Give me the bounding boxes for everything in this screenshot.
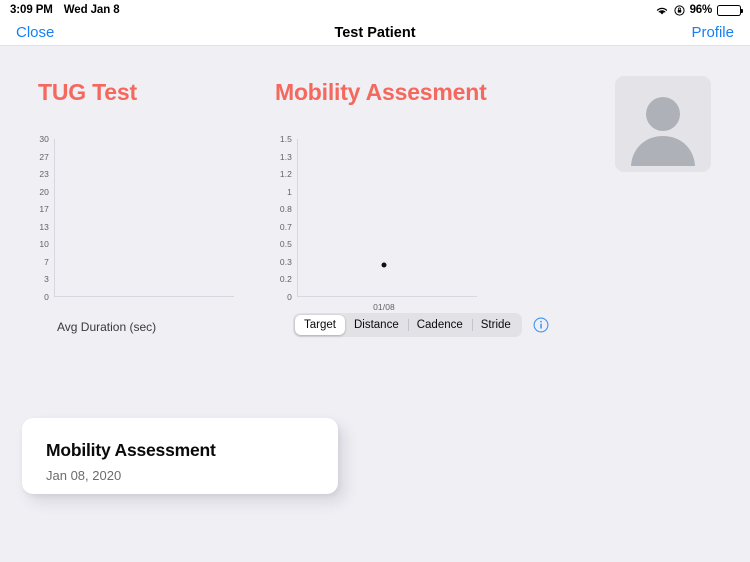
rotation-lock-icon (673, 4, 685, 16)
tug-test-chart: 30 27 23 20 17 13 10 7 3 0 (39, 134, 234, 302)
tug-axis-caption: Avg Duration (sec) (57, 320, 157, 334)
status-time: 3:09 PM (10, 4, 53, 16)
profile-button[interactable]: Profile (691, 24, 734, 41)
mobility-y-tick: 0.2 (279, 274, 292, 285)
navigation-bar: Close Test Patient Profile (0, 20, 750, 46)
status-bar-right: 96% (655, 4, 743, 16)
tug-y-tick: 17 (39, 204, 49, 215)
status-bar-left: 3:09 PM Wed Jan 8 (10, 4, 120, 16)
tug-y-tick: 13 (39, 221, 49, 232)
record-card-date: Jan 08, 2020 (46, 468, 122, 483)
tug-y-tick: 23 (39, 169, 49, 180)
mobility-chart: 1.5 1.3 1.2 1 0.8 0.7 0.5 0.3 0.2 0 01/0… (280, 134, 477, 312)
avatar (615, 76, 711, 172)
tug-x-axis-line (54, 296, 234, 297)
mobility-y-tick: 0 (287, 292, 292, 302)
mobility-y-tick: 0.7 (279, 221, 292, 232)
tug-y-tick: 0 (44, 292, 49, 302)
mobility-assessment-title: Mobility Assesment (275, 79, 487, 105)
mobility-y-tick: 1.5 (279, 134, 292, 144)
mobility-y-tick: 1.2 (279, 169, 292, 180)
mobility-x-axis-line (297, 296, 477, 297)
segment-distance[interactable]: Distance (345, 315, 408, 335)
tug-y-tick: 10 (39, 239, 49, 250)
mobility-y-axis-line (297, 139, 298, 297)
segment-stride[interactable]: Stride (471, 315, 520, 335)
record-card[interactable]: Mobility Assessment Jan 08, 2020 (22, 418, 338, 494)
tug-y-tick: 7 (44, 256, 49, 267)
metric-segmented-control[interactable]: Target Distance Cadence Stride (293, 313, 522, 337)
tug-y-tick: 20 (39, 186, 49, 197)
mobility-y-tick: 0.5 (279, 239, 292, 250)
mobility-y-tick: 0.8 (279, 204, 292, 215)
mobility-y-tick: 1 (287, 186, 292, 197)
main-content: TUG Test 30 27 23 20 17 13 10 7 3 0 Avg … (0, 46, 750, 562)
wifi-icon (655, 5, 669, 16)
person-placeholder-icon (631, 97, 695, 166)
close-button[interactable]: Close (16, 24, 54, 41)
segment-target[interactable]: Target (295, 315, 345, 335)
mobility-controls: Target Distance Cadence Stride (293, 313, 549, 337)
tug-y-tick: 30 (39, 134, 49, 144)
tug-test-title: TUG Test (38, 79, 137, 105)
mobility-y-tick: 0.3 (279, 256, 292, 267)
status-bar: 3:09 PM Wed Jan 8 96% (0, 0, 750, 20)
tug-y-tick: 27 (39, 151, 49, 162)
info-circle-icon[interactable] (533, 317, 549, 333)
battery-icon (717, 4, 743, 16)
tug-y-tick: 3 (44, 274, 49, 285)
battery-percent: 96% (689, 4, 713, 16)
mobility-y-tick: 1.3 (279, 151, 292, 162)
status-date: Wed Jan 8 (63, 4, 120, 16)
segment-cadence[interactable]: Cadence (407, 315, 472, 335)
data-point (381, 262, 387, 268)
record-card-title: Mobility Assessment (46, 440, 216, 460)
page-title: Test Patient (334, 24, 416, 41)
tug-y-axis-line (54, 139, 55, 297)
mobility-x-tick: 01/08 (373, 302, 395, 312)
